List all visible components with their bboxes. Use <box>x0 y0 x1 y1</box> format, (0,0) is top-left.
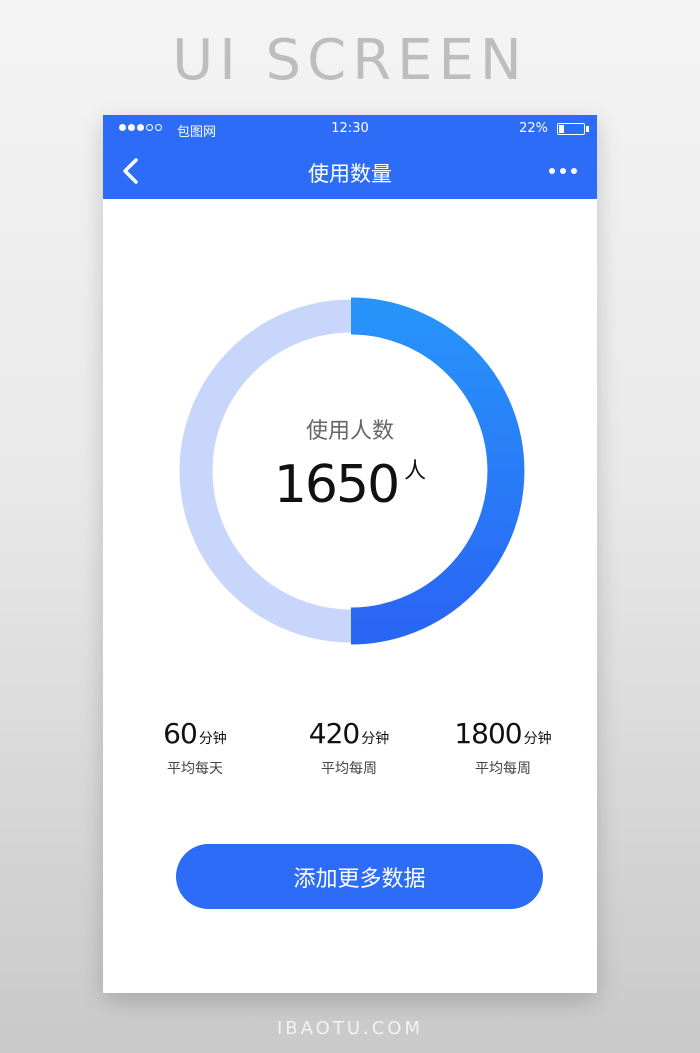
stat-label: 平均每周 <box>475 761 531 777</box>
page-header: UI SCREEN <box>172 28 528 93</box>
phone-screen: 包图网 12:30 22% 使用数量 使用人数 1650 人 60 分钟 平均每… <box>103 115 597 993</box>
battery-tip <box>586 126 589 132</box>
stat-value: 60 <box>163 717 198 750</box>
stat-label: 平均每周 <box>321 761 377 777</box>
ring-value: 1650 <box>273 455 400 515</box>
stat-unit: 分钟 <box>523 731 552 747</box>
ring-label: 使用人数 <box>305 419 394 444</box>
ring-unit: 人 <box>404 459 427 484</box>
stat-label: 平均每天 <box>167 761 223 777</box>
navigation-bar: 使用数量 <box>103 143 597 199</box>
stat-value: 1800 <box>454 717 522 750</box>
status-bar: 包图网 12:30 22% <box>103 115 597 143</box>
ring-value-group: 1650 人 <box>103 455 597 515</box>
footer-watermark: IBAOTU.COM <box>277 1018 423 1039</box>
stat-weekly: 420 分钟 平均每周 <box>279 717 419 778</box>
page-title: 使用数量 <box>308 162 392 186</box>
stat-daily: 60 分钟 平均每天 <box>125 717 265 778</box>
battery-icon <box>557 123 585 135</box>
stat-unit: 分钟 <box>198 731 227 747</box>
battery-percentage: 22% <box>519 121 548 136</box>
more-button[interactable] <box>543 157 583 185</box>
stat-unit: 分钟 <box>361 731 390 747</box>
stat-weekly-total: 1800 分钟 平均每周 <box>433 717 573 778</box>
stat-value: 420 <box>308 717 360 750</box>
more-dots-icon <box>549 168 555 174</box>
stats-row: 60 分钟 平均每天 420 分钟 平均每周 1800 分钟 平均每周 <box>103 717 597 787</box>
add-more-data-button[interactable]: 添加更多数据 <box>176 844 543 909</box>
